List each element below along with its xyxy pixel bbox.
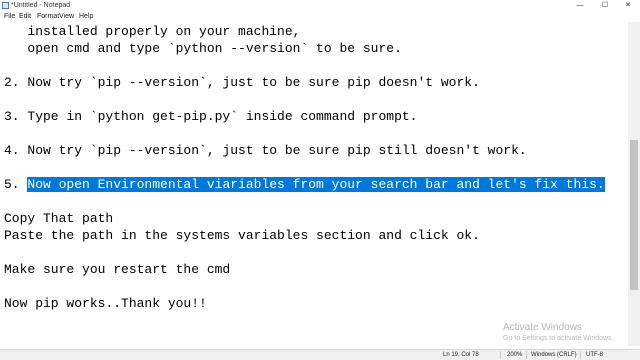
vertical-scrollbar[interactable] [628,22,640,346]
notepad-icon [2,2,9,9]
window-title: *Untitled - Notepad [11,2,71,9]
status-divider [580,351,581,359]
editor-line: Copy That path [4,211,114,226]
menu-file[interactable]: File [4,12,15,21]
editor-line: 3. Type in `python get-pip.py` inside co… [4,109,418,124]
status-bar: Ln 19, Col 78 200% Windows (CRLF) UTF-8 [0,349,640,360]
editor-line: Now pip works..Thank you!! [4,296,207,311]
maximize-button[interactable]: ☐ [593,0,617,11]
status-divider [526,351,527,359]
editor-line: open cmd and type `python --version` to … [4,41,402,56]
minimize-button[interactable]: — [568,0,592,11]
line-number-prefix: 5. [4,177,28,192]
menu-view[interactable]: View [59,12,74,21]
editor-line: 2. Now try `pip --version`, just to be s… [4,75,480,90]
text-selection[interactable]: Now open Environmental viariables from y… [27,177,605,192]
editor-line: Paste the path in the systems variables … [4,228,480,243]
cursor-position: Ln 19, Col 78 [443,352,479,358]
scrollbar-thumb[interactable] [630,140,638,290]
activate-windows-subtitle: Go to Settings to activate Windows. [503,335,614,342]
menu-format[interactable]: Format [37,12,59,21]
menu-edit[interactable]: Edit [19,12,31,21]
text-editor[interactable]: installed properly on your machine, open… [0,22,628,346]
editor-line: Make sure you restart the cmd [4,262,231,277]
close-button[interactable]: ✕ [616,0,640,11]
line-endings: Windows (CRLF) [531,352,577,358]
title-bar: *Untitled - Notepad — ☐ ✕ [0,0,640,11]
editor-line: 4. Now try `pip --version`, just to be s… [4,143,527,158]
status-divider [500,351,501,359]
editor-line: installed properly on your machine, [4,24,301,39]
editor-line-selected: 5. Now open Environmental viariables fro… [4,176,605,193]
zoom-level: 200% [507,352,523,358]
activate-windows-title: Activate Windows [503,322,582,333]
menu-bar: File Edit Format View Help [0,11,640,22]
encoding: UTF-8 [586,352,603,358]
menu-help[interactable]: Help [79,12,93,21]
